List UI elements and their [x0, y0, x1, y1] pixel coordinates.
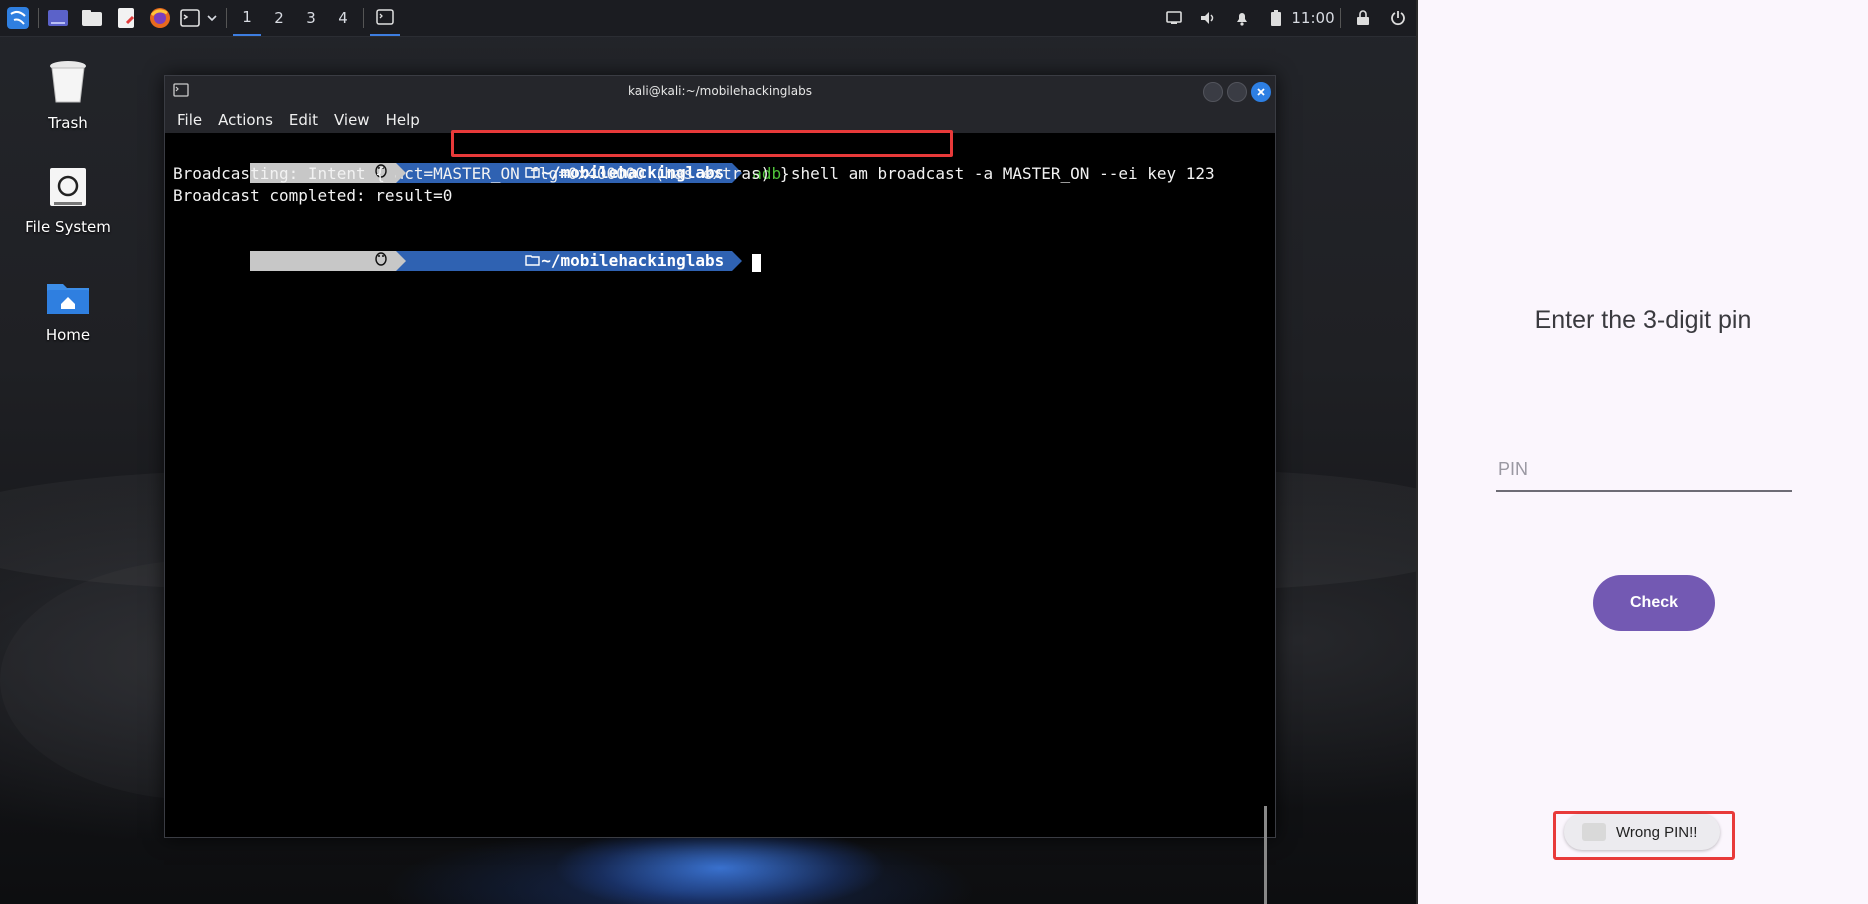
- check-button[interactable]: Check: [1593, 575, 1715, 631]
- clock[interactable]: 11:00: [1291, 0, 1334, 36]
- maximize-button[interactable]: [1227, 82, 1247, 102]
- terminal-window[interactable]: kali@kali:~/mobilehackinglabs File Actio…: [164, 75, 1276, 904]
- output-line: Broadcast completed: result=0: [173, 186, 453, 205]
- drive-icon: [46, 168, 90, 214]
- android-screen: Enter the 3-digit pin Check Wrong PIN!!: [1416, 0, 1868, 904]
- display-icon[interactable]: [1162, 0, 1186, 36]
- lock-icon[interactable]: [1352, 0, 1374, 36]
- desktop: 1 2 3 4 11:00 Trash File System Home kal…: [0, 0, 1416, 904]
- output-line: Broadcasting: Intent { act=MASTER_ON flg…: [173, 164, 790, 183]
- terminal-titlebar[interactable]: kali@kali:~/mobilehackinglabs: [165, 76, 1275, 106]
- workspace-3[interactable]: 3: [297, 0, 325, 36]
- app-icon: [1582, 823, 1606, 841]
- desktop-icon-label: Home: [45, 326, 91, 344]
- desktop-home[interactable]: Home: [8, 276, 128, 344]
- terminal-scrollbar[interactable]: [1264, 806, 1267, 904]
- window-title: kali@kali:~/mobilehackinglabs: [628, 84, 812, 98]
- menu-file[interactable]: File: [177, 111, 202, 129]
- minimize-button[interactable]: [1203, 82, 1223, 102]
- toast-text: Wrong PIN!!: [1616, 823, 1698, 841]
- workspace-4[interactable]: 4: [329, 0, 357, 36]
- desktop-icon[interactable]: [44, 0, 72, 36]
- menu-actions[interactable]: Actions: [218, 111, 273, 129]
- volume-icon[interactable]: [1196, 0, 1220, 36]
- kali-menu-icon[interactable]: [2, 0, 34, 36]
- home-folder-icon: [45, 284, 91, 322]
- prompt-line: ~/mobilehackinglabs: [173, 229, 1267, 272]
- trash-icon: [46, 61, 90, 110]
- command-highlight-box: [451, 130, 953, 157]
- terminal-menubar: File Actions Edit View Help: [165, 106, 1275, 133]
- close-button[interactable]: [1251, 82, 1271, 102]
- pin-title: Enter the 3-digit pin: [1534, 306, 1752, 334]
- text-cursor: [752, 253, 762, 272]
- file-manager-icon[interactable]: [78, 0, 106, 36]
- menu-view[interactable]: View: [334, 111, 370, 129]
- menu-help[interactable]: Help: [386, 111, 420, 129]
- power-icon[interactable]: [1386, 0, 1410, 36]
- terminal-console[interactable]: ~/mobilehackinglabs adb shell am broadca…: [165, 133, 1275, 837]
- terminal-icon[interactable]: [178, 0, 202, 36]
- workspace-1[interactable]: 1: [233, 0, 261, 36]
- linux-tux-icon: [258, 228, 388, 294]
- pin-field[interactable]: [1496, 448, 1796, 492]
- toast-message: Wrong PIN!!: [1564, 814, 1720, 850]
- bell-icon[interactable]: [1230, 0, 1254, 36]
- battery-icon: [1264, 0, 1288, 36]
- chevron-down-icon[interactable]: [202, 0, 222, 36]
- desktop-trash[interactable]: Trash: [8, 58, 128, 132]
- terminal-window-icon[interactable]: [370, 0, 400, 36]
- desktop-icon-label: File System: [25, 218, 111, 236]
- pin-input[interactable]: [1496, 448, 1796, 490]
- folder-open-icon: [410, 228, 542, 294]
- prompt-path: ~/mobilehackinglabs: [541, 251, 725, 270]
- workspace-2[interactable]: 2: [265, 0, 293, 36]
- terminal-app-icon: [173, 83, 189, 100]
- close-icon: [1257, 88, 1265, 96]
- firefox-icon[interactable]: [146, 0, 174, 36]
- desktop-filesystem[interactable]: File System: [8, 166, 128, 236]
- desktop-icon-label: Trash: [48, 114, 88, 132]
- top-panel: 1 2 3 4 11:00: [0, 0, 1416, 37]
- text-editor-icon[interactable]: [112, 0, 140, 36]
- menu-edit[interactable]: Edit: [289, 111, 318, 129]
